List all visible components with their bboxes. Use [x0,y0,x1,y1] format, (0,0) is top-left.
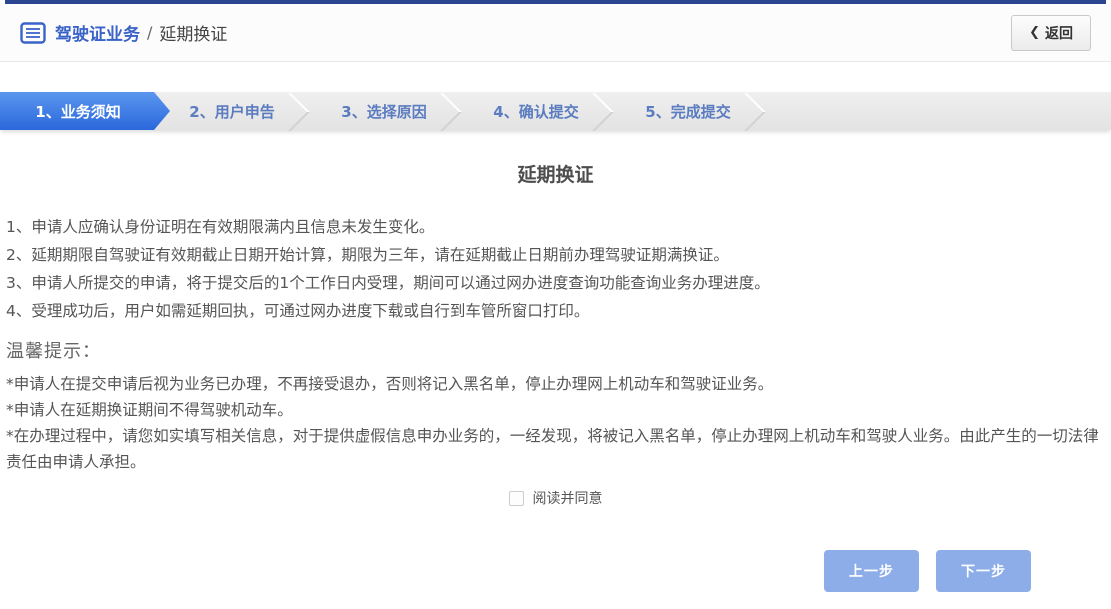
step-wizard-bar: 1、业务须知 2、用户申告 3、选择原因 4、确认提交 5、完成提交 [0,92,1111,130]
notice-line-2: 2、延期期限自驾驶证有效期截止日期开始计算，期限为三年，请在延期截止日期前办理驾… [6,241,1105,269]
tips-list: *申请人在提交申请后视为业务已办理，不再接受退办，否则将记入黑名单，停止办理网上… [6,371,1105,475]
page-title: 延期换证 [0,160,1111,187]
breadcrumb-current-page: 延期换证 [159,20,227,45]
tips-heading: 温馨提示： [6,337,1105,363]
notice-line-1: 1、申请人应确认身份证明在有效期限满内且信息未发生变化。 [6,213,1105,241]
notice-line-3: 3、申请人所提交的申请，将于提交后的1个工作日内受理，期间可以通过网办进度查询功… [6,269,1105,297]
tip-line-3: *在办理过程中，请您如实填写相关信息，对于提供虚假信息申办业务的，一经发现，将被… [6,423,1105,475]
wizard-footer: 上一步 下一步 [0,550,1111,592]
agree-row: 阅读并同意 [0,488,1111,508]
breadcrumb-separator: / [147,23,152,42]
agree-checkbox-label[interactable]: 阅读并同意 [533,488,603,508]
step-tab-3-select-reason[interactable]: 3、选择原因 [308,92,460,130]
back-button-label: 返回 [1045,23,1073,43]
notice-list: 1、申请人应确认身份证明在有效期限满内且信息未发生变化。 2、延期期限自驾驶证有… [6,213,1105,325]
agree-checkbox[interactable] [509,491,524,506]
chevron-left-icon: ❮ [1029,25,1040,40]
step-tab-5-complete-submit[interactable]: 5、完成提交 [612,92,764,130]
back-button[interactable]: ❮ 返回 [1011,15,1091,51]
list-form-icon [20,22,46,44]
tip-line-1: *申请人在提交申请后视为业务已办理，不再接受退办，否则将记入黑名单，停止办理网上… [6,371,1105,397]
previous-step-button[interactable]: 上一步 [824,550,919,592]
breadcrumb-business-category[interactable]: 驾驶证业务 [55,20,140,45]
page-header: 驾驶证业务 / 延期换证 ❮ 返回 [0,4,1111,62]
step-bar-filler [764,92,1111,130]
notice-line-4: 4、受理成功后，用户如需延期回执，可通过网办进度下载或自行到车管所窗口打印。 [6,297,1105,325]
step-tab-2-user-declaration[interactable]: 2、用户申告 [156,92,308,130]
next-step-button[interactable]: 下一步 [936,550,1031,592]
step-tab-1-business-notice[interactable]: 1、业务须知 [0,92,170,130]
tip-line-2: *申请人在延期换证期间不得驾驶机动车。 [6,397,1105,423]
step-tab-4-confirm-submit[interactable]: 4、确认提交 [460,92,612,130]
